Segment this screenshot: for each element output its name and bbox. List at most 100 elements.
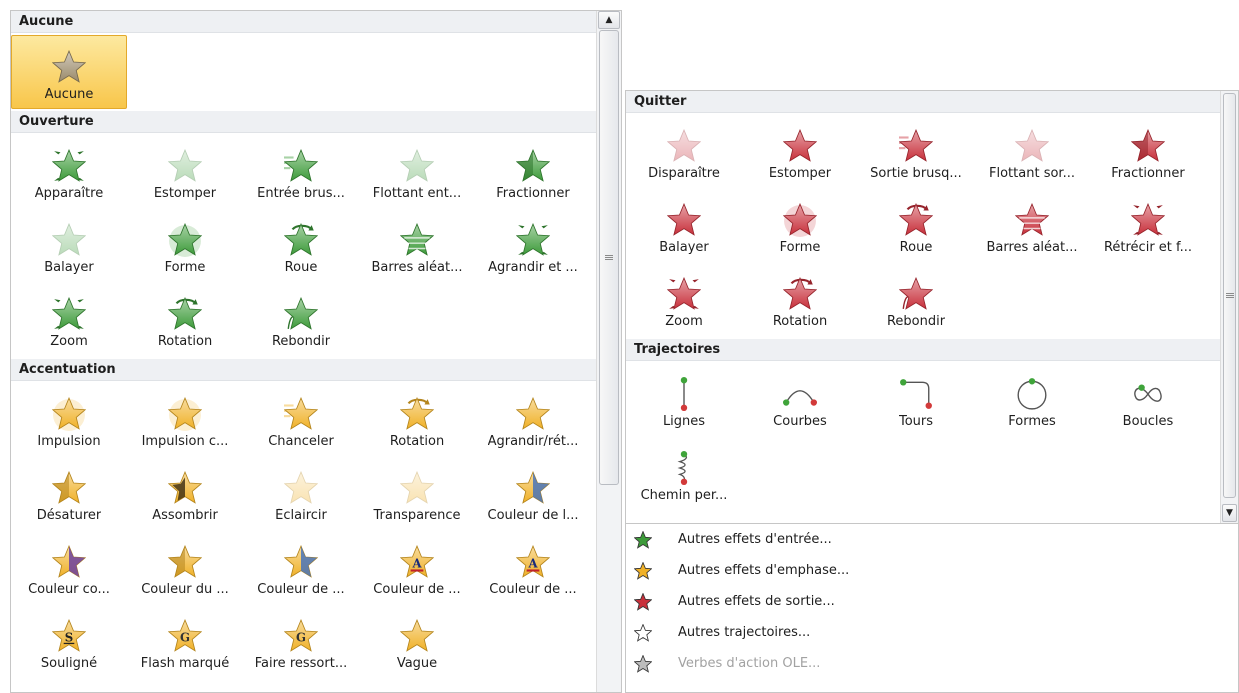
effect-tile[interactable]: Roue	[858, 189, 974, 263]
star-swivel-icon	[168, 283, 202, 331]
effect-label: Aucune	[44, 87, 94, 102]
effect-tile[interactable]: Rotation	[359, 383, 475, 457]
effect-tile[interactable]: Rebondir	[243, 283, 359, 357]
scroll-thumb[interactable]	[599, 30, 619, 485]
effect-tile[interactable]: Estomper	[742, 115, 858, 189]
menu-item-2[interactable]: Autres effets de sortie...	[626, 586, 1238, 617]
effect-tile[interactable]: Impulsion c...	[127, 383, 243, 457]
effect-tile[interactable]: Rotation	[127, 283, 243, 357]
effect-label: Chanceler	[268, 434, 334, 449]
effect-tile[interactable]: Fractionner	[1090, 115, 1206, 189]
effect-tile[interactable]: Lignes	[626, 363, 742, 437]
star-bounce-icon	[284, 283, 318, 331]
effect-label: Roue	[284, 260, 318, 275]
effect-label: Agrandir/rét...	[487, 434, 579, 449]
effect-tile[interactable]: Chemin per...	[626, 437, 742, 511]
effect-tile[interactable]: A Couleur de ...	[475, 531, 591, 605]
effect-tile[interactable]: Flottant ent...	[359, 135, 475, 209]
effect-tile[interactable]: Courbes	[742, 363, 858, 437]
menu-item-label: Verbes d'action OLE...	[678, 656, 821, 671]
effect-tile[interactable]: Forme	[742, 189, 858, 263]
star-split-icon	[516, 135, 550, 183]
effect-label: Balayer	[659, 240, 709, 255]
effect-tile[interactable]: Transparence	[359, 457, 475, 531]
star-random-bars-out-icon	[1015, 189, 1049, 237]
effect-tile[interactable]: Agrandir et ...	[475, 209, 591, 283]
effect-tile[interactable]: Sortie brusq...	[858, 115, 974, 189]
emphasis-effects-icon	[634, 561, 664, 580]
effect-tile[interactable]: Assombrir	[127, 457, 243, 531]
effect-tile[interactable]: Formes	[974, 363, 1090, 437]
effect-label: Rétrécir et f...	[1103, 240, 1193, 255]
exit-paths-gallery: Quitter Disparaître Estomper Sortie brusq..…	[626, 91, 1220, 523]
star-font-color-icon: A	[516, 531, 550, 579]
effect-tile[interactable]: Barres aléat...	[974, 189, 1090, 263]
effect-tile[interactable]: Disparaître	[626, 115, 742, 189]
effect-tile[interactable]: Entrée brus...	[243, 135, 359, 209]
star-darken-icon	[168, 457, 202, 505]
scroll-down-button[interactable]: ▼	[1222, 504, 1237, 522]
effect-tile[interactable]: Flottant sor...	[974, 115, 1090, 189]
menu-item-0[interactable]: Autres effets d'entrée...	[626, 524, 1238, 555]
effect-label: Rotation	[157, 334, 213, 349]
svg-text:G: G	[180, 630, 190, 644]
effect-tile[interactable]: Éclaircir	[243, 457, 359, 531]
effect-tile[interactable]: Fractionner	[475, 135, 591, 209]
effect-tile[interactable]: Aucune	[11, 35, 127, 109]
effect-tile[interactable]: Zoom	[626, 263, 742, 337]
effect-tile[interactable]: Estomper	[127, 135, 243, 209]
effect-label: Chemin per...	[640, 488, 728, 503]
effect-tile[interactable]: Forme	[127, 209, 243, 283]
scroll-up-button[interactable]: ▲	[598, 11, 620, 29]
effect-tile[interactable]: Rétrécir et f...	[1090, 189, 1206, 263]
right-scrollbar[interactable]: ▼	[1220, 91, 1238, 523]
menu-item-3[interactable]: Autres trajectoires...	[626, 617, 1238, 648]
effect-tile[interactable]: Impulsion	[11, 383, 127, 457]
star-underline-icon: S	[52, 605, 86, 653]
effect-tile[interactable]: Vague	[359, 605, 475, 679]
effect-tile[interactable]: Roue	[243, 209, 359, 283]
effect-label: Flottant sor...	[989, 166, 1075, 181]
effect-tile[interactable]: Rotation	[742, 263, 858, 337]
path-custom-icon	[667, 437, 701, 485]
star-wipe-icon	[52, 209, 86, 257]
star-bold-reveal-icon: G	[284, 605, 318, 653]
effect-label: Assombrir	[152, 508, 218, 523]
effect-tile[interactable]: S Souligné	[11, 605, 127, 679]
effect-tile[interactable]: Couleur de ...	[243, 531, 359, 605]
effect-tile[interactable]: Couleur co...	[11, 531, 127, 605]
star-object-color-icon	[516, 457, 550, 505]
effect-tile[interactable]: G Faire ressort...	[243, 605, 359, 679]
effect-label: Rotation	[772, 314, 828, 329]
effect-tile[interactable]: A Couleur de ...	[359, 531, 475, 605]
effects-grid: Disparaître Estomper Sortie brusq... Flotta…	[626, 113, 1220, 339]
effect-tile[interactable]: Zoom	[11, 283, 127, 357]
effect-tile[interactable]: Chanceler	[243, 383, 359, 457]
effect-tile[interactable]: Barres aléat...	[359, 209, 475, 283]
effect-tile[interactable]: Balayer	[626, 189, 742, 263]
effect-tile[interactable]: Désaturer	[11, 457, 127, 531]
effect-tile[interactable]: Couleur de l...	[475, 457, 591, 531]
effect-label: Souligné	[40, 656, 98, 671]
menu-item-1[interactable]: Autres effets d'emphase...	[626, 555, 1238, 586]
effect-tile[interactable]: Couleur du ...	[127, 531, 243, 605]
star-transparency-icon	[400, 457, 434, 505]
star-shape-icon	[168, 209, 202, 257]
star-wheel-out-icon	[899, 189, 933, 237]
section-header-1: Ouverture	[11, 111, 596, 133]
effect-tile[interactable]: Apparaître	[11, 135, 127, 209]
effect-label: Balayer	[44, 260, 94, 275]
svg-text:A: A	[411, 556, 422, 570]
effect-label: Lignes	[662, 414, 706, 429]
left-scrollbar[interactable]: ▲	[596, 11, 621, 692]
effect-label: Couleur de ...	[373, 582, 461, 597]
effect-tile[interactable]: Boucles	[1090, 363, 1206, 437]
effect-tile[interactable]: Rebondir	[858, 263, 974, 337]
star-grow-turn-icon	[516, 209, 550, 257]
effect-tile[interactable]: Tours	[858, 363, 974, 437]
effect-tile[interactable]: G Flash marqué	[127, 605, 243, 679]
effect-tile[interactable]: Agrandir/rét...	[475, 383, 591, 457]
scroll-thumb[interactable]	[1223, 93, 1236, 498]
effect-label: Rebondir	[271, 334, 331, 349]
effect-tile[interactable]: Balayer	[11, 209, 127, 283]
